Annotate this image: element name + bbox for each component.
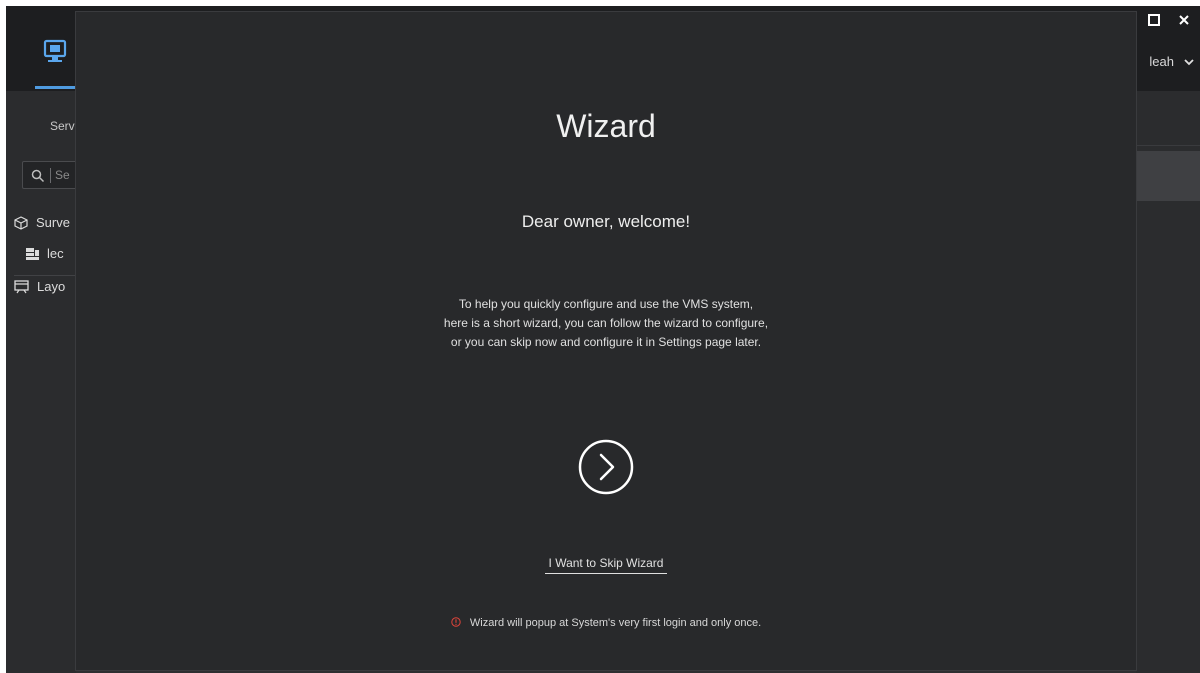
right-panel: [1136, 91, 1200, 673]
search-icon: [31, 169, 45, 183]
wizard-description: To help you quickly configure and use th…: [76, 295, 1136, 352]
cube-icon: [14, 215, 28, 230]
search-placeholder: Se: [55, 168, 70, 182]
monitor-tab[interactable]: [35, 32, 75, 86]
selected-row[interactable]: [1136, 151, 1200, 201]
warning-icon: [451, 617, 464, 629]
window-controls: [1146, 12, 1192, 28]
skip-wizard-link[interactable]: I Want to Skip Wizard: [544, 556, 668, 574]
search-divider: [50, 168, 51, 183]
server-icon: [26, 247, 39, 260]
notice-text: Wizard will popup at System's very first…: [469, 617, 762, 629]
username-label: leah: [1149, 54, 1174, 69]
tree-item-server[interactable]: lec: [26, 246, 64, 261]
wizard-next-button[interactable]: [578, 439, 634, 495]
sidebar-tab-server[interactable]: Serv: [50, 119, 75, 133]
close-button[interactable]: [1176, 12, 1192, 28]
wizard-notice: Wizard will popup at System's very first…: [76, 617, 1136, 629]
tree-item-label: Surve: [36, 215, 70, 230]
wizard-dialog: Wizard Dear owner, welcome! To help you …: [75, 11, 1137, 671]
active-tab-indicator: [35, 86, 75, 89]
panel-divider: [1136, 145, 1200, 146]
user-menu[interactable]: leah: [1149, 54, 1194, 69]
skip-wizard-container: I Want to Skip Wizard: [76, 554, 1136, 574]
search-input[interactable]: Se: [22, 161, 82, 189]
chevron-down-icon: [1184, 58, 1194, 65]
sidebar: Serv Se Surve lec Layo: [6, 91, 82, 673]
maximize-button[interactable]: [1146, 12, 1162, 28]
tree-item-surveillance[interactable]: Surve: [14, 215, 70, 230]
close-icon: [1179, 15, 1189, 25]
arrow-right-circle-icon: [578, 439, 634, 495]
wizard-greeting: Dear owner, welcome!: [521, 212, 691, 231]
layout-icon: [14, 279, 29, 293]
tree-divider: [14, 275, 78, 276]
description-line: To help you quickly configure and use th…: [458, 297, 754, 311]
monitor-icon: [43, 39, 67, 62]
tree-item-layout[interactable]: Layo: [14, 279, 65, 294]
wizard-title: Wizard: [556, 108, 656, 144]
tree-item-label: Layo: [37, 279, 66, 294]
maximize-icon: [1148, 14, 1160, 26]
description-line: here is a short wizard, you can follow t…: [443, 316, 769, 330]
description-line: or you can skip now and configure it in …: [450, 335, 762, 349]
tree-item-label: lec: [47, 246, 64, 261]
